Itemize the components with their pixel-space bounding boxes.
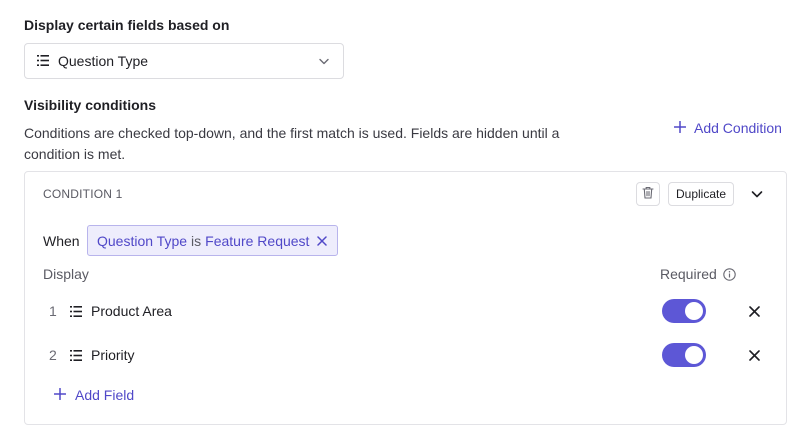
chevron-down-icon — [317, 54, 331, 68]
add-condition-button[interactable]: Add Condition — [673, 120, 782, 136]
list-icon — [70, 304, 82, 320]
visibility-description: Conditions are checked top-down, and the… — [24, 125, 560, 162]
required-label: Required — [660, 266, 717, 282]
remove-filter-icon[interactable] — [317, 235, 328, 246]
plus-icon — [53, 387, 67, 403]
field-name: Product Area — [91, 303, 172, 319]
display-column-header: Display — [43, 266, 89, 282]
select-value: Question Type — [58, 53, 149, 69]
field-name: Priority — [91, 347, 135, 363]
trash-icon — [642, 186, 654, 202]
field-index: 2 — [49, 347, 57, 363]
add-condition-label: Add Condition — [694, 120, 782, 136]
required-toggle[interactable] — [662, 343, 706, 367]
duplicate-button[interactable]: Duplicate — [668, 182, 735, 206]
filter-operator: is — [191, 232, 202, 249]
condition-title: CONDITION 1 — [43, 187, 123, 201]
condition-card: CONDITION 1 Duplicate When Question Type… — [24, 171, 787, 425]
filter-field: Question Type — [97, 232, 188, 249]
add-field-label: Add Field — [75, 387, 135, 403]
chevron-down-icon — [750, 187, 764, 204]
field-row: 2 Priority — [25, 343, 786, 367]
condition-filter-chip[interactable]: Question Type is Feature Request — [87, 225, 339, 256]
field-row: 1 Product Area — [25, 299, 786, 323]
filter-value: Feature Request — [205, 232, 310, 249]
question-type-select[interactable]: Question Type — [24, 43, 344, 79]
plus-icon — [673, 120, 687, 136]
required-column-header: Required — [660, 266, 736, 282]
delete-condition-button[interactable] — [636, 182, 660, 206]
collapse-condition-button[interactable] — [748, 186, 766, 204]
info-icon[interactable] — [723, 267, 736, 281]
field-index: 1 — [49, 303, 57, 319]
when-label: When — [43, 233, 80, 249]
list-icon — [70, 348, 82, 364]
remove-field-icon[interactable] — [747, 304, 761, 318]
visibility-conditions-label: Visibility conditions — [24, 97, 156, 113]
required-toggle[interactable] — [662, 299, 706, 323]
list-icon — [37, 53, 49, 69]
add-field-button[interactable]: Add Field — [53, 387, 135, 403]
display-fields-label: Display certain fields based on — [24, 17, 230, 33]
remove-field-icon[interactable] — [747, 348, 761, 362]
